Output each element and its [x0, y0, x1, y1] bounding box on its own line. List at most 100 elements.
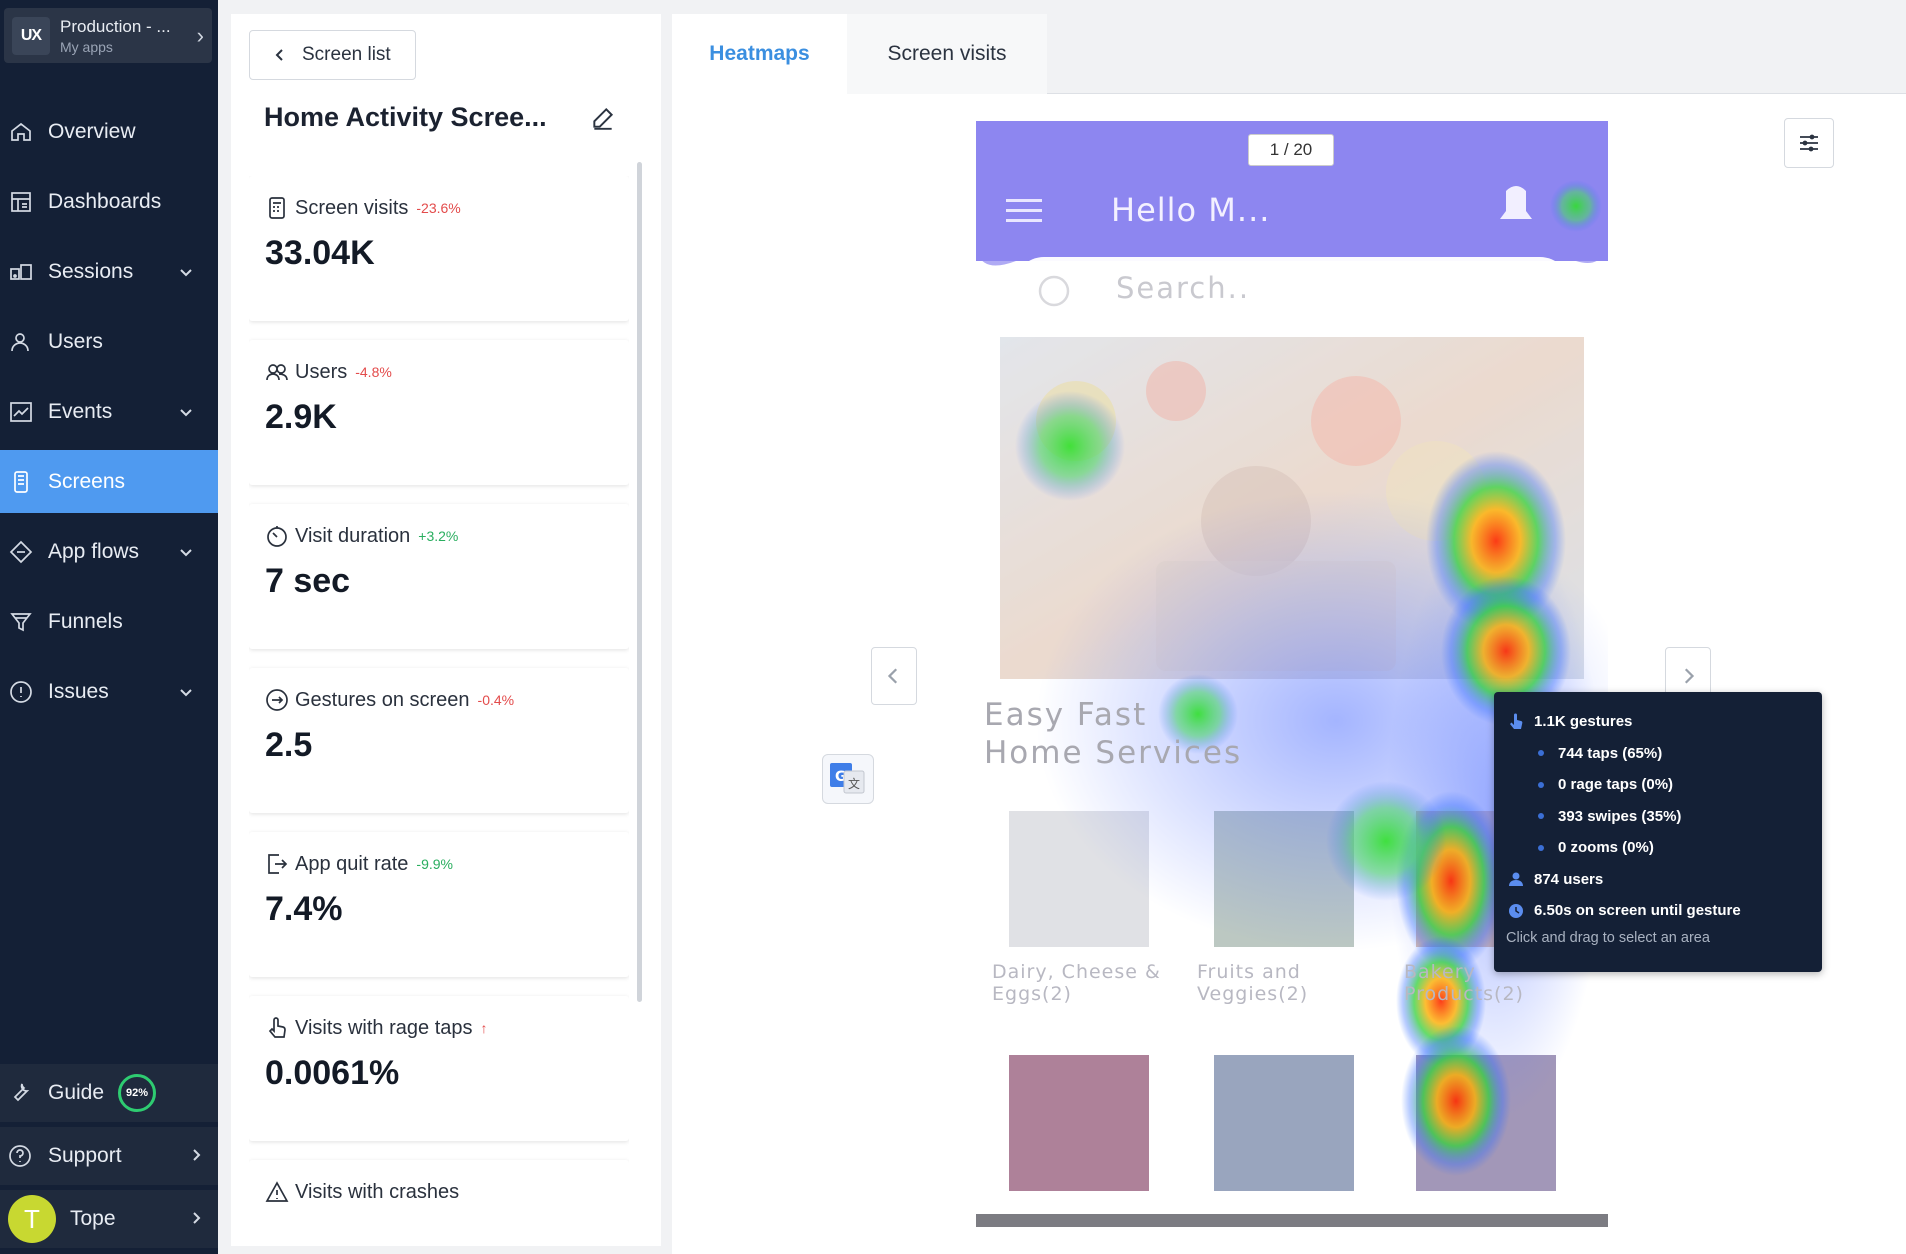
sidebar-item-sessions[interactable]: Sessions — [0, 240, 218, 303]
chevron-down-icon — [178, 542, 194, 566]
sidebar-item-issues[interactable]: Issues — [0, 660, 218, 723]
screen-details-panel: Screen list Home Activity Scree... Scree… — [231, 14, 661, 1246]
tooltip-taps: 744 taps (65%) — [1506, 738, 1810, 770]
app-switcher-text: Production - ... My apps — [60, 17, 197, 55]
bullet-icon — [1538, 750, 1544, 757]
events-icon — [8, 399, 34, 425]
tooltip-text: 0 rage taps (0%) — [1558, 776, 1674, 794]
metric-label: Visits with crashes — [295, 1180, 460, 1203]
sidebar-item-dashboards[interactable]: Dashboards — [0, 170, 218, 233]
category-line: Dairy, Cheese & — [992, 961, 1161, 983]
google-translate-icon[interactable]: G文 — [822, 754, 874, 804]
metric-value: 7.4% — [265, 890, 343, 928]
chevron-right-icon — [1684, 668, 1695, 684]
tooltip-text: 393 swipes (35%) — [1558, 807, 1682, 825]
chevron-right-icon — [188, 1145, 204, 1169]
metric-card-users[interactable]: Users -4.8% 2.9K — [249, 340, 629, 485]
bullet-icon — [1538, 781, 1544, 788]
sidebar-item-users[interactable]: Users — [0, 310, 218, 373]
tooltip-hint: Click and drag to select an area — [1506, 929, 1710, 946]
metric-card-screen-visits[interactable]: Screen visits -23.6% 33.04K — [249, 176, 629, 321]
metric-card-crashes[interactable]: Visits with crashes — [249, 1160, 629, 1220]
metric-label: App quit rate — [295, 852, 409, 875]
metric-value: 7 sec — [265, 562, 351, 600]
screens-icon — [8, 469, 34, 495]
tooltip-zooms: 0 zooms (0%) — [1506, 832, 1810, 864]
heatmap-settings-button[interactable] — [1784, 118, 1834, 168]
sidebar-item-label: Events — [48, 399, 113, 423]
metric-label: Screen visits — [295, 196, 409, 219]
sidebar-item-guide[interactable]: Guide 92% — [0, 1064, 218, 1122]
sidebar-item-events[interactable]: Events — [0, 380, 218, 443]
tab-bar: Heatmaps Screen visits — [672, 14, 1906, 94]
sidebar-item-screens[interactable]: Screens — [0, 450, 218, 513]
metric-card-app-quit-rate[interactable]: App quit rate -9.9% 7.4% — [249, 832, 629, 977]
tooltip-swipes: 393 swipes (35%) — [1506, 801, 1810, 833]
sidebar-item-support[interactable]: Support — [0, 1127, 218, 1185]
sessions-icon — [8, 259, 34, 285]
warning-icon — [265, 1180, 291, 1204]
home-icon — [8, 119, 34, 145]
users-icon — [8, 329, 34, 355]
phone-category-label: Dairy, Cheese & Eggs(2) — [992, 961, 1161, 1005]
metric-label: Users — [295, 360, 348, 383]
sidebar-item-label: Funnels — [48, 609, 123, 633]
sidebar-bottom: Guide 92% Support T Tope — [0, 1064, 218, 1253]
metric-value: 2.9K — [265, 398, 337, 436]
metric-value: 0.0061% — [265, 1054, 400, 1092]
sidebar-item-label: Support — [48, 1144, 122, 1167]
sidebar-item-overview[interactable]: Overview — [0, 100, 218, 163]
sidebar-item-label: App flows — [48, 539, 140, 563]
tab-heatmaps[interactable]: Heatmaps — [672, 14, 847, 94]
tab-screen-visits[interactable]: Screen visits — [847, 14, 1047, 94]
screen-list-button[interactable]: Screen list — [249, 30, 416, 80]
tooltip-text: 744 taps (65%) — [1558, 744, 1663, 762]
tap-icon — [1506, 713, 1526, 731]
app-subtitle: My apps — [60, 38, 113, 55]
app-switcher[interactable]: UX Production - ... My apps › — [4, 8, 212, 63]
metric-card-gestures[interactable]: Gestures on screen -0.4% 2.5 — [249, 668, 629, 813]
phone-heading-line2: Home Services — [984, 735, 1243, 771]
metric-card-visit-duration[interactable]: Visit duration +3.2% 7 sec — [249, 504, 629, 649]
sliders-icon — [1800, 134, 1818, 152]
metric-value: 33.04K — [265, 234, 375, 272]
category-line: Products(2) — [1404, 983, 1524, 1005]
category-line: Veggies(2) — [1197, 983, 1309, 1005]
gesture-icon — [265, 688, 291, 712]
screenshot-pager: 1 / 20 — [1248, 134, 1334, 166]
tooltip-time: 6.50s on screen until gesture — [1506, 895, 1810, 927]
edit-icon[interactable] — [590, 105, 616, 136]
wrench-icon — [8, 1081, 34, 1105]
metric-label: Visit duration — [295, 524, 411, 547]
tooltip-text: 0 zooms (0%) — [1558, 839, 1654, 857]
metric-card-rage-taps[interactable]: Visits with rage taps ↑ 0.0061% — [249, 996, 629, 1141]
metric-delta: ↑ — [480, 1020, 488, 1036]
page-title: Home Activity Scree... — [264, 102, 547, 132]
phone-greeting: Hello M... — [1111, 191, 1271, 229]
phone-category-label: Fruits and Veggies(2) — [1197, 961, 1308, 1005]
sidebar-item-app-flows[interactable]: App flows — [0, 520, 218, 583]
tooltip-text: 6.50s on screen until gesture — [1534, 902, 1741, 920]
previous-screenshot-button[interactable] — [871, 647, 917, 705]
user-icon — [1506, 871, 1526, 887]
sidebar-item-label: Dashboards — [48, 189, 162, 213]
chevron-down-icon — [178, 682, 194, 706]
sidebar-item-funnels[interactable]: Funnels — [0, 590, 218, 653]
metric-delta: +3.2% — [418, 528, 459, 544]
exit-icon — [265, 852, 291, 876]
chevron-left-icon — [275, 49, 283, 61]
app-name: Production - ... — [60, 16, 171, 36]
svg-text:文: 文 — [848, 776, 860, 791]
category-line: Fruits and — [1197, 961, 1301, 983]
sidebar-item-user[interactable]: T Tope — [0, 1190, 218, 1248]
phone-heading: Easy Fast Home Services — [984, 696, 1242, 772]
phone-heading-line1: Easy Fast — [984, 697, 1148, 733]
help-icon — [8, 1144, 34, 1168]
sidebar: UX Production - ... My apps › Overview D… — [0, 0, 218, 1254]
scrollbar[interactable] — [637, 162, 642, 1002]
sidebar-item-label: Sessions — [48, 259, 134, 283]
sidebar-item-label: Issues — [48, 679, 109, 703]
sidebar-item-label: Overview — [48, 119, 136, 143]
heatmap-screenshot[interactable]: 1 / 20 Hello M... Search.. Easy Fast Hom… — [976, 121, 1608, 1227]
tooltip-users: 874 users — [1506, 864, 1810, 896]
